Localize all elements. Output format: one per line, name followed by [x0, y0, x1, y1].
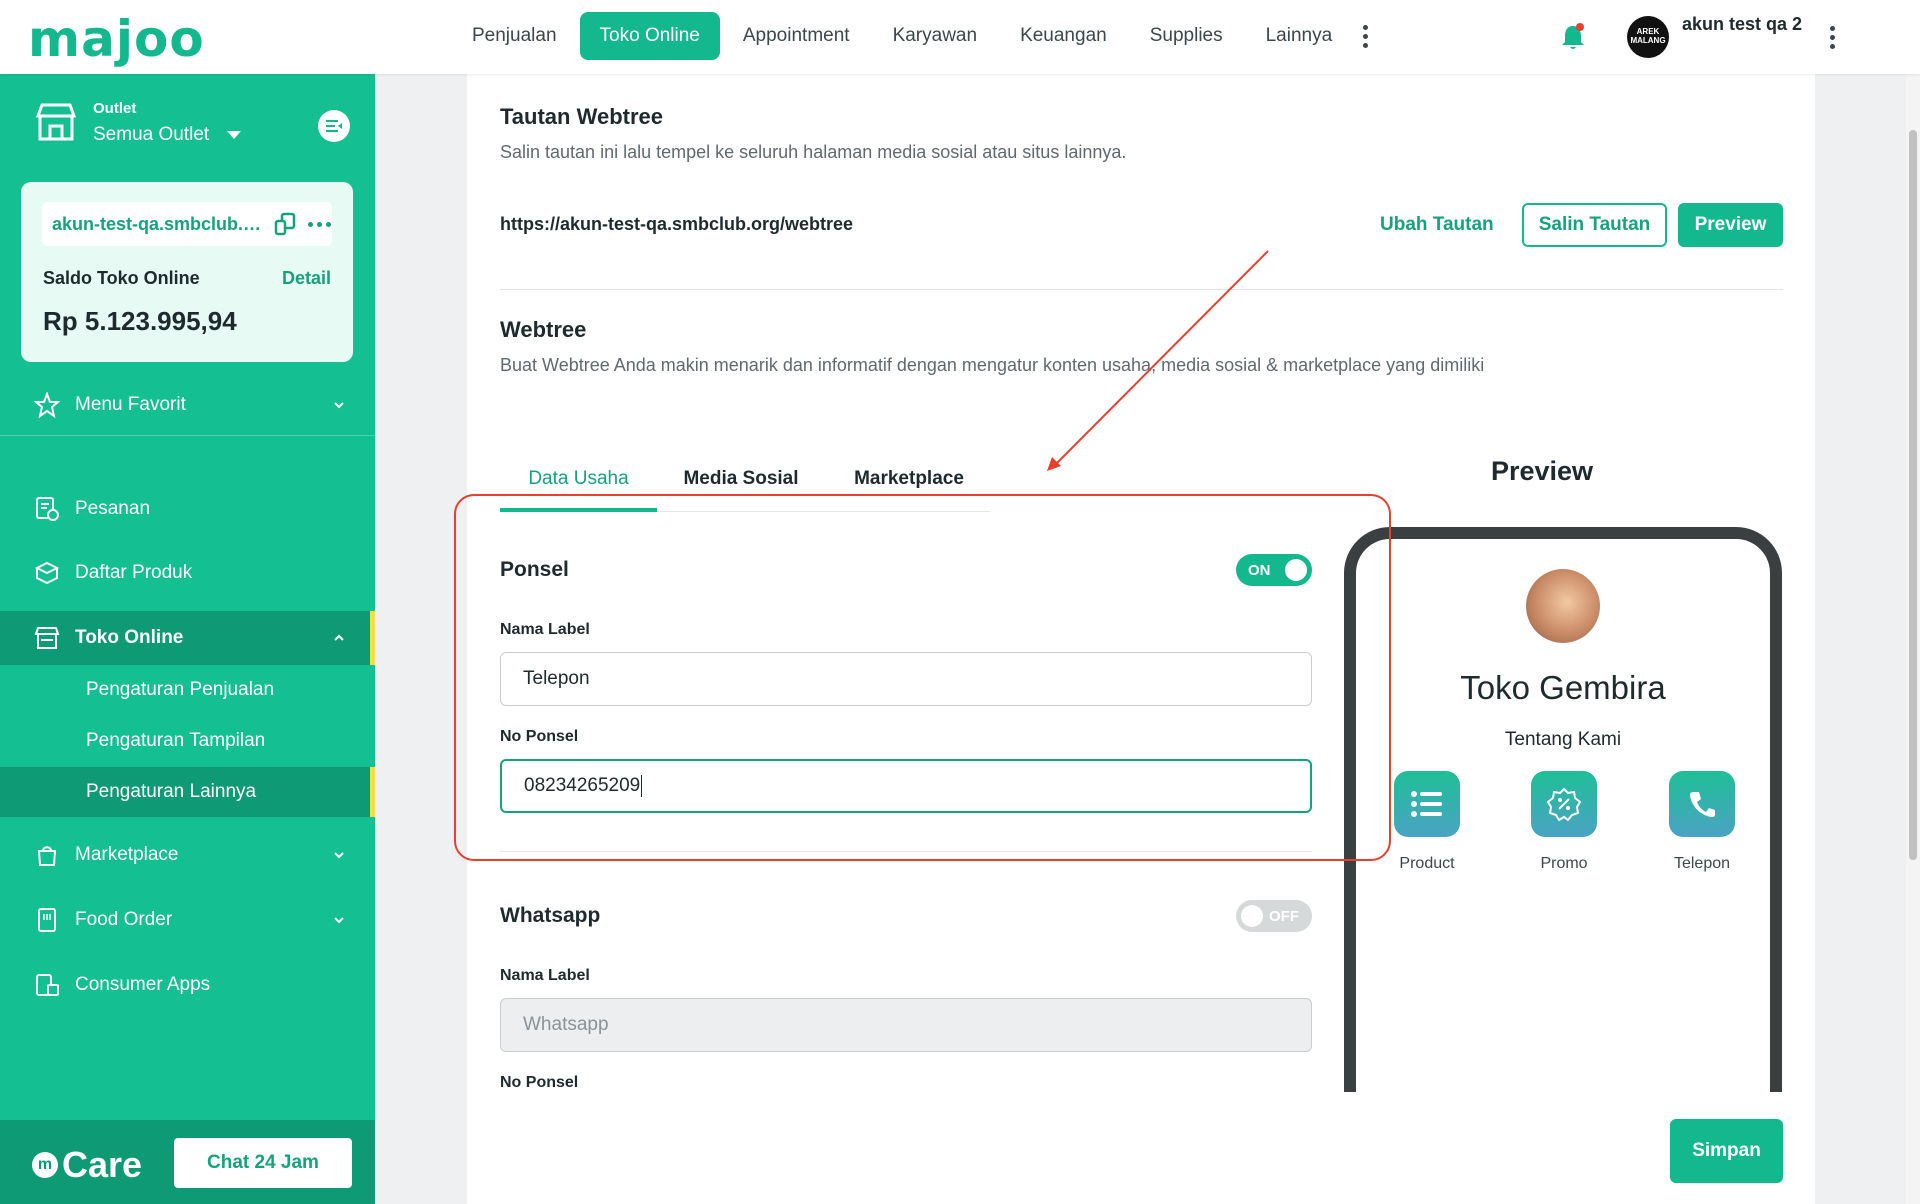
nav-lainnya[interactable]: Lainnya [1246, 12, 1353, 60]
care-logo: m Care [32, 1144, 142, 1186]
nav-appointment[interactable]: Appointment [723, 12, 870, 60]
chevron-down-icon [334, 852, 344, 859]
care-m-icon: m [32, 1152, 58, 1178]
copy-icon[interactable] [274, 212, 296, 236]
care-bar: m Care Chat 24 Jam [0, 1120, 375, 1204]
majoo-logo[interactable]: majoo [28, 10, 205, 68]
shopping-bag-icon [37, 846, 57, 866]
menu-card-icon [38, 908, 56, 932]
telepon-app-label: Telepon [1673, 855, 1731, 872]
sidebar-subitem-label: Pengaturan Penjualan [86, 679, 275, 700]
promo-app-label: Promo [1540, 855, 1588, 872]
saldo-title: Saldo Toko Online [43, 268, 200, 288]
whatsapp-toggle-label: OFF [1269, 907, 1299, 925]
apps-icon [36, 974, 59, 996]
sidebar-subitem-pengaturan-penjualan[interactable]: Pengaturan Penjualan [0, 665, 375, 715]
telepon-app-icon [1669, 771, 1735, 837]
nav-toko-online[interactable]: Toko Online [579, 12, 720, 60]
sidebar-subitem-label: Pengaturan Tampilan [86, 730, 266, 751]
whatsapp-nama-label: Nama Label [500, 967, 590, 984]
chat-24-jam-button[interactable]: Chat 24 Jam [174, 1138, 352, 1188]
nav-keuangan[interactable]: Keuangan [1000, 12, 1127, 60]
sidebar-subitem-pengaturan-tampilan[interactable]: Pengaturan Tampilan [0, 716, 375, 766]
outlet-selector[interactable]: Outlet Semua Outlet [30, 96, 360, 156]
menu-favorit[interactable]: Menu Favorit [0, 374, 375, 436]
outlet-label: Outlet [93, 100, 137, 117]
url-more-icon[interactable] [308, 221, 331, 227]
saldo-amount: Rp 5.123.995,94 [43, 306, 237, 336]
saldo-detail-link[interactable]: Detail [282, 268, 331, 289]
user-avatar[interactable]: AREK MALANG [1627, 16, 1669, 58]
whatsapp-toggle[interactable]: OFF [1236, 900, 1312, 932]
sidebar-item-label: Pesanan [75, 498, 151, 519]
whatsapp-nama-input[interactable]: Whatsapp [500, 998, 1312, 1052]
simpan-button[interactable]: Simpan [1670, 1119, 1783, 1183]
user-name[interactable]: akun test qa 2 [1682, 14, 1812, 35]
sidebar-subitem-pengaturan-lainnya[interactable]: Pengaturan Lainnya [0, 767, 375, 817]
product-app-icon [1394, 771, 1460, 837]
sidebar-item-label: Toko Online [75, 627, 184, 648]
sidebar-item-pesanan[interactable]: Pesanan [0, 482, 375, 536]
caret-down-icon [227, 131, 242, 139]
preview-about: Tentang Kami [1504, 729, 1622, 750]
saldo-card: akun-test-qa.smbclub.org Saldo Toko Onli… [21, 182, 353, 362]
chevron-down-icon [334, 402, 344, 409]
whatsapp-no-label: No Ponsel [500, 1074, 579, 1091]
outlet-value-text: Semua Outlet [93, 124, 210, 145]
store-url-text: akun-test-qa.smbclub.org [52, 213, 264, 234]
storefront-icon [34, 627, 60, 649]
page-scrollbar[interactable] [1906, 74, 1920, 1204]
menu-favorit-label: Menu Favorit [75, 394, 186, 415]
more-menu-icon[interactable] [1355, 12, 1375, 60]
store-icon [35, 103, 77, 141]
care-logo-text: Care [62, 1144, 143, 1185]
nav-penjualan[interactable]: Penjualan [452, 12, 577, 60]
sidebar-subitem-label: Pengaturan Lainnya [86, 781, 257, 802]
sidebar-item-label: Marketplace [75, 844, 179, 865]
chevron-down-icon [334, 917, 344, 924]
menu-favorit-row[interactable]: Menu Favorit [0, 378, 375, 432]
nav-karyawan[interactable]: Karyawan [873, 12, 998, 60]
promo-app-icon [1531, 771, 1597, 837]
box-icon [34, 561, 60, 585]
sidebar-item-consumer-apps[interactable]: Consumer Apps [0, 958, 375, 1012]
collapse-sidebar-button[interactable] [318, 110, 350, 142]
scrollbar-thumb[interactable] [1909, 130, 1917, 860]
sidebar-item-label: Daftar Produk [75, 562, 193, 583]
annotation-arrow [1047, 250, 1269, 471]
sidebar-item-food-order[interactable]: Food Order [0, 893, 375, 947]
nav-supplies[interactable]: Supplies [1130, 12, 1243, 60]
sidebar-item-daftar-produk[interactable]: Daftar Produk [0, 546, 375, 600]
top-bar: majoo Penjualan Toko Online Appointment … [0, 0, 1920, 74]
user-menu-icon[interactable] [1822, 13, 1842, 61]
sidebar-item-label: Consumer Apps [75, 974, 211, 995]
whatsapp-title: Whatsapp [500, 904, 601, 927]
product-app-label: Product [1399, 855, 1455, 872]
sidebar-item-label: Food Order [75, 909, 173, 930]
top-nav: Penjualan Toko Online Appointment Karyaw… [452, 12, 1375, 60]
star-icon [34, 392, 60, 418]
sidebar: Outlet Semua Outlet akun-test-qa.smbclub… [0, 74, 375, 1204]
notification-bell-icon[interactable] [1560, 22, 1586, 52]
receipt-icon [36, 497, 59, 521]
chevron-up-icon [334, 634, 344, 641]
sidebar-item-toko-online[interactable]: Toko Online [0, 611, 375, 665]
menu-collapse-icon [326, 120, 342, 132]
sidebar-item-marketplace[interactable]: Marketplace [0, 828, 375, 882]
outlet-value[interactable]: Semua Outlet [93, 124, 242, 146]
main-content: Tautan Webtree Salin tautan ini lalu tem… [454, 74, 1815, 1204]
preview-store-name: Toko Gembira [1460, 669, 1666, 706]
toggle-knob [1241, 905, 1263, 927]
store-url-pill: akun-test-qa.smbclub.org [42, 202, 332, 246]
